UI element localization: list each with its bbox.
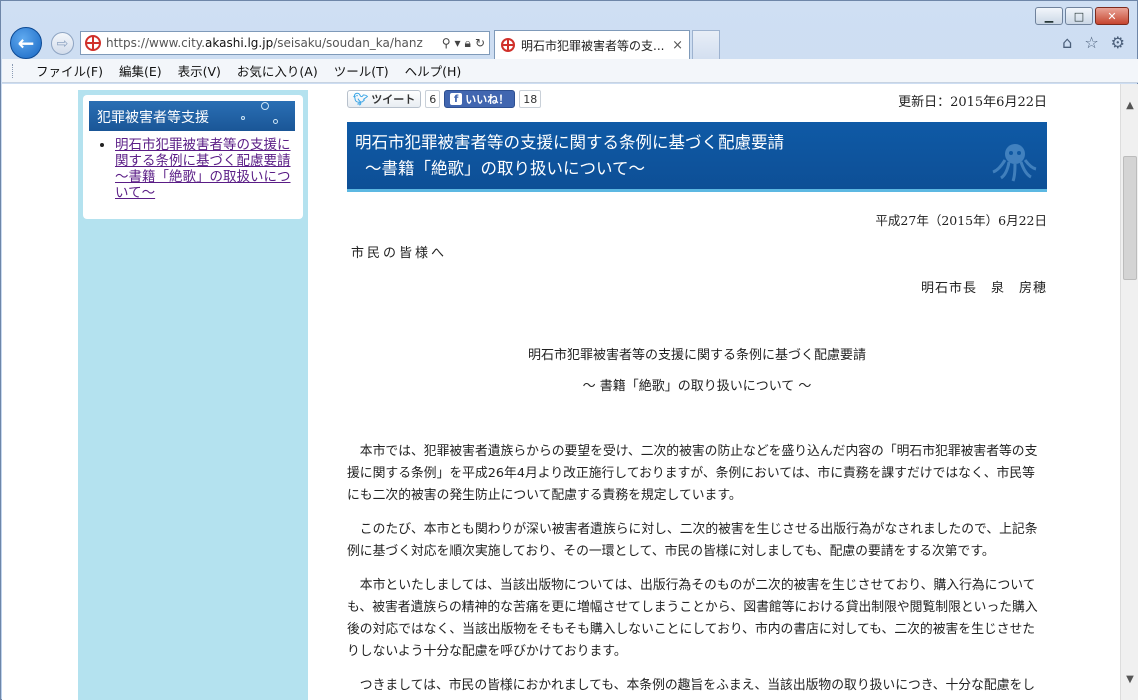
menu-favorites[interactable]: お気に入り(A) (229, 61, 326, 80)
home-icon[interactable]: ⌂ (1062, 33, 1072, 52)
minimize-icon: ▁ (1044, 9, 1054, 23)
menu-grip (12, 64, 15, 78)
paragraph: このたび、本市とも関わりが深い被害者遺族らに対し、二次的被害を生じさせる出版行為… (347, 522, 1038, 559)
sidebar-box: 犯罪被害者等支援 明石市犯罪被害者等の支援に関する条例に基づく配慮要請～書籍「絶… (83, 95, 303, 219)
greeting: 市民の皆様へ (351, 246, 448, 261)
tab-close-icon[interactable]: × (672, 38, 683, 53)
arrow-right-icon: ⇨ (56, 35, 69, 52)
maximize-button[interactable]: □ (1065, 7, 1093, 25)
sidebar: 犯罪被害者等支援 明石市犯罪被害者等の支援に関する条例に基づく配慮要請～書籍「絶… (78, 90, 308, 700)
like-count: 18 (519, 90, 542, 108)
bubble-decoration (241, 116, 245, 120)
search-icon[interactable]: ⚲ (442, 36, 451, 50)
document-date: 平成27年（2015年）6月22日 (875, 213, 1047, 228)
sender: 明石市長 泉 房穂 (920, 281, 1047, 296)
menu-bar: ファイル(F) 編集(E) 表示(V) お気に入り(A) ツール(T) ヘルプ(… (2, 59, 1138, 83)
sidebar-item: 明石市犯罪被害者等の支援に関する条例に基づく配慮要請～書籍「絶歌」の取扱いについ… (115, 137, 293, 201)
page-title-line1: 明石市犯罪被害者等の支援に関する条例に基づく配慮要請 (355, 133, 784, 152)
minimize-button[interactable]: ▁ (1035, 7, 1063, 25)
close-icon: ✕ (1107, 9, 1117, 23)
dropdown-arrow-icon[interactable]: ▾ (455, 36, 461, 50)
page-title-line2: ～書籍「絶歌」の取り扱いについて～ (365, 159, 646, 178)
article-body: 本市では、犯罪被害者遺族らからの要望を受け、二次的被害の防止などを盛り込んだ内容… (347, 441, 1047, 700)
twitter-bird-icon: 🐦︎ (353, 92, 369, 106)
page-viewport: 犯罪被害者等支援 明石市犯罪被害者等の支援に関する条例に基づく配慮要請～書籍「絶… (2, 84, 1138, 700)
page-title: 明石市犯罪被害者等の支援に関する条例に基づく配慮要請 ～書籍「絶歌」の取り扱いに… (347, 122, 1047, 192)
social-buttons: 🐦︎ ツイート 6 f いいね！ 18 (347, 89, 542, 109)
refresh-icon[interactable]: ↻ (475, 36, 485, 50)
tab-active[interactable]: 明石市犯罪被害者等の支... × (494, 30, 690, 59)
bubble-decoration (261, 102, 269, 110)
scroll-up-icon[interactable]: ▲ (1121, 96, 1138, 114)
scroll-thumb[interactable] (1123, 156, 1137, 280)
bubble-decoration (273, 119, 278, 124)
menu-tools[interactable]: ツール(T) (326, 61, 397, 80)
scroll-down-icon[interactable]: ▼ (1121, 670, 1138, 688)
gear-icon[interactable]: ⚙ (1111, 33, 1125, 52)
close-window-button[interactable]: ✕ (1095, 7, 1129, 25)
lock-icon[interactable]: 🔒︎ (465, 36, 471, 51)
sidebar-header: 犯罪被害者等支援 (89, 101, 295, 131)
like-button[interactable]: f いいね！ (444, 90, 516, 108)
arrow-left-icon: ← (17, 31, 35, 55)
address-bar[interactable]: https://www.city.akashi.lg.jp/seisaku/so… (80, 31, 490, 55)
new-tab-button[interactable] (692, 30, 720, 59)
browser-window: ▁ □ ✕ ← ⇨ https://www.city.akashi.lg.jp/… (0, 0, 1138, 700)
paragraph: 本市では、犯罪被害者遺族らからの要望を受け、二次的被害の防止などを盛り込んだ内容… (347, 444, 1038, 503)
paragraph: つきましては、市民の皆様におかれましても、本条例の趣旨をふまえ、当該出版物の取り… (359, 678, 1036, 693)
window-controls: ▁ □ ✕ (1035, 7, 1129, 25)
updated-date: 更新日：2015年6月22日 (898, 95, 1047, 110)
request-subtitle: ～ 書籍「絶歌」の取り扱いについて ～ (582, 379, 812, 394)
site-favicon-icon (85, 35, 101, 51)
tab-favicon-icon (501, 38, 515, 52)
browser-toolbar-icons: ⌂ ☆ ⚙ (1062, 33, 1125, 52)
menu-help[interactable]: ヘルプ(H) (397, 61, 470, 80)
tweet-button[interactable]: 🐦︎ ツイート (347, 90, 422, 108)
sidebar-header-label: 犯罪被害者等支援 (97, 110, 209, 126)
back-button[interactable]: ← (10, 27, 42, 59)
octopus-icon (992, 144, 1037, 182)
url-input[interactable]: https://www.city.akashi.lg.jp/seisaku/so… (106, 36, 438, 50)
menu-file[interactable]: ファイル(F) (28, 61, 111, 80)
sidebar-list: 明石市犯罪被害者等の支援に関する条例に基づく配慮要請～書籍「絶歌」の取扱いについ… (97, 137, 293, 201)
request-title: 明石市犯罪被害者等の支援に関する条例に基づく配慮要請 (527, 348, 866, 363)
menu-edit[interactable]: 編集(E) (111, 61, 170, 80)
paragraph: 本市といたしましては、当該出版物については、出版行為そのものが二次的被害を生じさ… (347, 578, 1038, 659)
menu-view[interactable]: 表示(V) (170, 61, 229, 80)
maximize-icon: □ (1073, 9, 1085, 23)
vertical-scrollbar[interactable]: ▲ ▼ (1120, 84, 1138, 700)
tweet-count: 6 (425, 90, 441, 108)
facebook-icon: f (450, 93, 463, 105)
tab-title: 明石市犯罪被害者等の支... (521, 38, 665, 53)
sidebar-link-zekka[interactable]: 明石市犯罪被害者等の支援に関する条例に基づく配慮要請～書籍「絶歌」の取扱いについ… (115, 137, 291, 201)
navigation-bar: ← ⇨ https://www.city.akashi.lg.jp/seisak… (1, 27, 1138, 59)
star-icon[interactable]: ☆ (1084, 33, 1098, 52)
forward-button[interactable]: ⇨ (51, 32, 74, 55)
